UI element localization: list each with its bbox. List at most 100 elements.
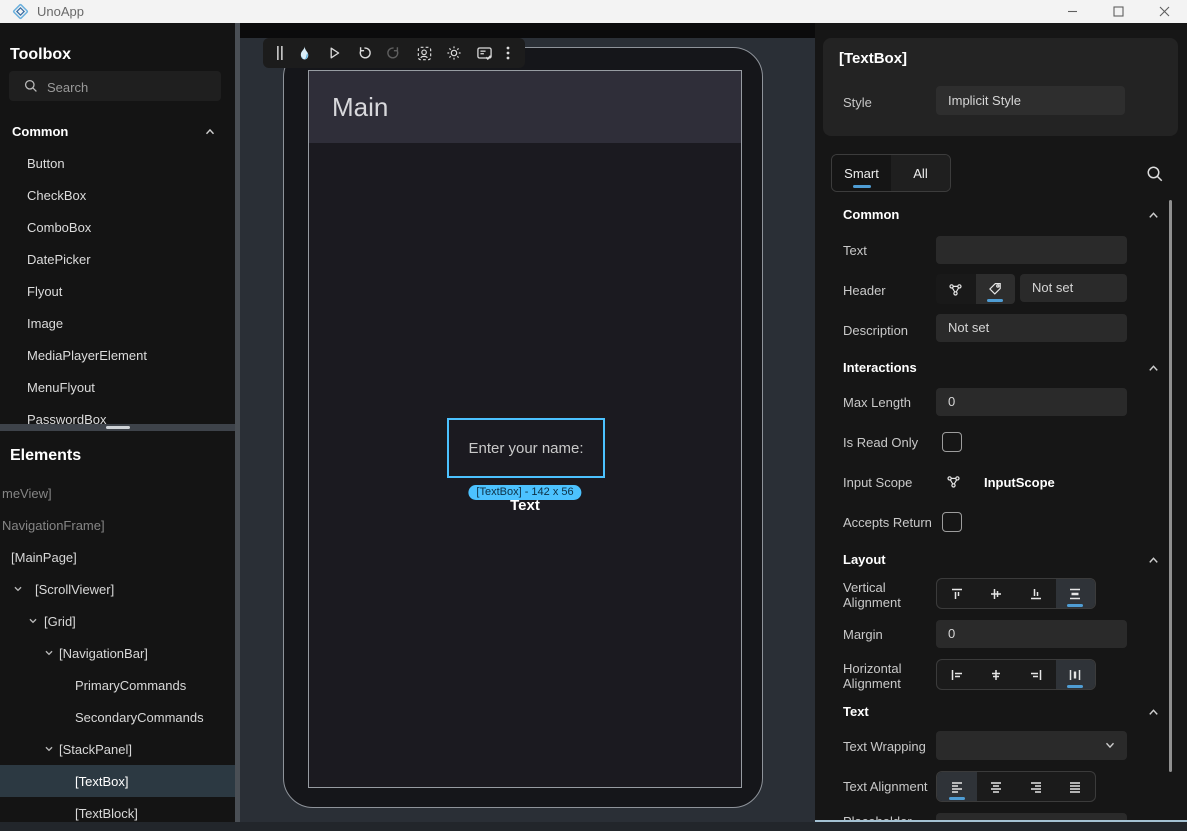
- tab-all[interactable]: All: [891, 155, 950, 191]
- toolbar-drag-handle-icon[interactable]: [271, 39, 289, 67]
- search-input[interactable]: [45, 71, 214, 103]
- section-text[interactable]: Text: [843, 704, 869, 719]
- design-canvas[interactable]: Main Enter your name: [TextBox] - 142 x …: [240, 23, 815, 822]
- style-value-input[interactable]: Implicit Style: [936, 86, 1125, 115]
- close-button[interactable]: [1141, 0, 1187, 23]
- max-length-input[interactable]: 0: [936, 388, 1127, 416]
- tree-item-label: [TextBlock]: [75, 806, 138, 821]
- text-align-justify-button[interactable]: [1056, 772, 1096, 801]
- halign-left-button[interactable]: [937, 660, 977, 689]
- text-align-center-button[interactable]: [977, 772, 1017, 801]
- halign-stretch-button[interactable]: [1056, 660, 1096, 689]
- toolbox-item-flyout[interactable]: Flyout: [0, 275, 235, 307]
- stretch-vertical-icon: [1067, 586, 1083, 602]
- play-button-icon[interactable]: [319, 39, 349, 67]
- toolbox-item-mediaplayerelement[interactable]: MediaPlayerElement: [0, 339, 235, 371]
- undo-icon[interactable]: [349, 39, 379, 67]
- section-interactions[interactable]: Interactions: [843, 360, 917, 375]
- text-align-right-button[interactable]: [1016, 772, 1056, 801]
- tree-item-stackpanel[interactable]: [StackPanel]: [0, 733, 235, 765]
- binding-mode-button[interactable]: [936, 274, 976, 304]
- toolbox-section-common[interactable]: Common: [12, 124, 68, 139]
- margin-label: Margin: [843, 627, 883, 642]
- tab-smart[interactable]: Smart: [832, 155, 891, 191]
- header-label: Header: [843, 283, 886, 298]
- chevron-down-icon[interactable]: [42, 646, 56, 660]
- toolbox-item-menuflyout[interactable]: MenuFlyout: [0, 371, 235, 403]
- form-factor-icon[interactable]: [469, 39, 499, 67]
- redo-icon[interactable]: [379, 39, 409, 67]
- toolbox-item-image[interactable]: Image: [0, 307, 235, 339]
- theme-brightness-icon[interactable]: [439, 39, 469, 67]
- valign-top-button[interactable]: [937, 579, 977, 608]
- chevron-down-icon: [1103, 738, 1117, 752]
- maximize-button[interactable]: [1095, 0, 1141, 23]
- literal-mode-button[interactable]: [976, 274, 1016, 304]
- text-align-left-button[interactable]: [937, 772, 977, 801]
- align-right-icon: [1028, 667, 1044, 683]
- valign-center-button[interactable]: [977, 579, 1017, 608]
- is-read-only-checkbox[interactable]: [942, 432, 962, 452]
- toolbox-item-checkbox[interactable]: CheckBox: [0, 179, 235, 211]
- device-screen[interactable]: Main Enter your name: [TextBox] - 142 x …: [308, 70, 742, 788]
- text-input[interactable]: [936, 236, 1127, 264]
- description-input[interactable]: Not set: [936, 314, 1127, 342]
- chevron-down-icon[interactable]: [26, 614, 40, 628]
- inspect-element-icon[interactable]: [409, 39, 439, 67]
- style-label: Style: [843, 95, 872, 110]
- toolbox-item-combobox[interactable]: ComboBox: [0, 211, 235, 243]
- input-scope-value[interactable]: InputScope: [984, 475, 1055, 490]
- input-scope-label: Input Scope: [843, 475, 912, 490]
- toolbox-horizontal-scrollbar[interactable]: [0, 424, 235, 431]
- textblock-element[interactable]: Text: [309, 497, 741, 514]
- toolbox-item-label: Flyout: [27, 284, 62, 299]
- valign-stretch-button[interactable]: [1056, 579, 1096, 608]
- tree-item-textbox-selected[interactable]: [TextBox]: [0, 765, 235, 797]
- section-common[interactable]: Common: [843, 207, 899, 222]
- properties-search-icon[interactable]: [1145, 164, 1165, 184]
- tree-item-grid[interactable]: [Grid]: [0, 605, 235, 637]
- toolbox-search[interactable]: [9, 71, 221, 101]
- tree-item-navigationbar[interactable]: [NavigationBar]: [0, 637, 235, 669]
- toolbox-item-button[interactable]: Button: [0, 147, 235, 179]
- margin-input[interactable]: 0: [936, 620, 1127, 648]
- text-alignment-group: [936, 771, 1096, 802]
- chevron-down-icon[interactable]: [11, 582, 25, 596]
- left-panel: Toolbox Common Button CheckBox ComboBox …: [0, 23, 235, 822]
- properties-scrollbar[interactable]: [1169, 200, 1172, 772]
- tree-item-navigationframe[interactable]: NavigationFrame]: [0, 509, 235, 541]
- chevron-down-icon[interactable]: [42, 742, 56, 756]
- chevron-up-icon[interactable]: [1146, 208, 1161, 223]
- halign-right-button[interactable]: [1016, 660, 1056, 689]
- text-wrapping-dropdown[interactable]: [936, 731, 1127, 760]
- chevron-up-icon[interactable]: [203, 125, 217, 139]
- accepts-return-checkbox[interactable]: [942, 512, 962, 532]
- binding-icon[interactable]: [945, 473, 962, 490]
- chevron-up-icon[interactable]: [1146, 361, 1161, 376]
- tree-item-mainpage[interactable]: [MainPage]: [0, 541, 235, 573]
- chevron-up-icon[interactable]: [1146, 553, 1161, 568]
- hot-design-flame-icon[interactable]: [289, 39, 319, 67]
- selected-textbox[interactable]: Enter your name:: [447, 418, 605, 478]
- tree-item-frameview[interactable]: meView]: [0, 477, 235, 509]
- device-frame: Main Enter your name: [TextBox] - 142 x …: [283, 47, 763, 808]
- align-left-icon: [949, 667, 965, 683]
- chevron-up-icon[interactable]: [1146, 705, 1161, 720]
- header-value-input[interactable]: Not set: [1020, 274, 1127, 302]
- section-layout[interactable]: Layout: [843, 552, 886, 567]
- align-top-icon: [949, 586, 965, 602]
- tree-item-textblock[interactable]: [TextBlock]: [0, 797, 235, 822]
- toolbox-item-label: ComboBox: [27, 220, 91, 235]
- toolbox-item-datepicker[interactable]: DatePicker: [0, 243, 235, 275]
- text-label: Text: [843, 243, 867, 258]
- tree-item-scrollviewer[interactable]: [ScrollViewer]: [0, 573, 235, 605]
- halign-center-button[interactable]: [977, 660, 1017, 689]
- more-options-icon[interactable]: [499, 39, 517, 67]
- valign-bottom-button[interactable]: [1016, 579, 1056, 608]
- app-title: UnoApp: [37, 4, 84, 19]
- tree-item-secondarycommands[interactable]: SecondaryCommands: [0, 701, 235, 733]
- minimize-button[interactable]: [1049, 0, 1095, 23]
- tree-item-primarycommands[interactable]: PrimaryCommands: [0, 669, 235, 701]
- search-icon: [23, 78, 39, 94]
- stretch-horizontal-icon: [1067, 667, 1083, 683]
